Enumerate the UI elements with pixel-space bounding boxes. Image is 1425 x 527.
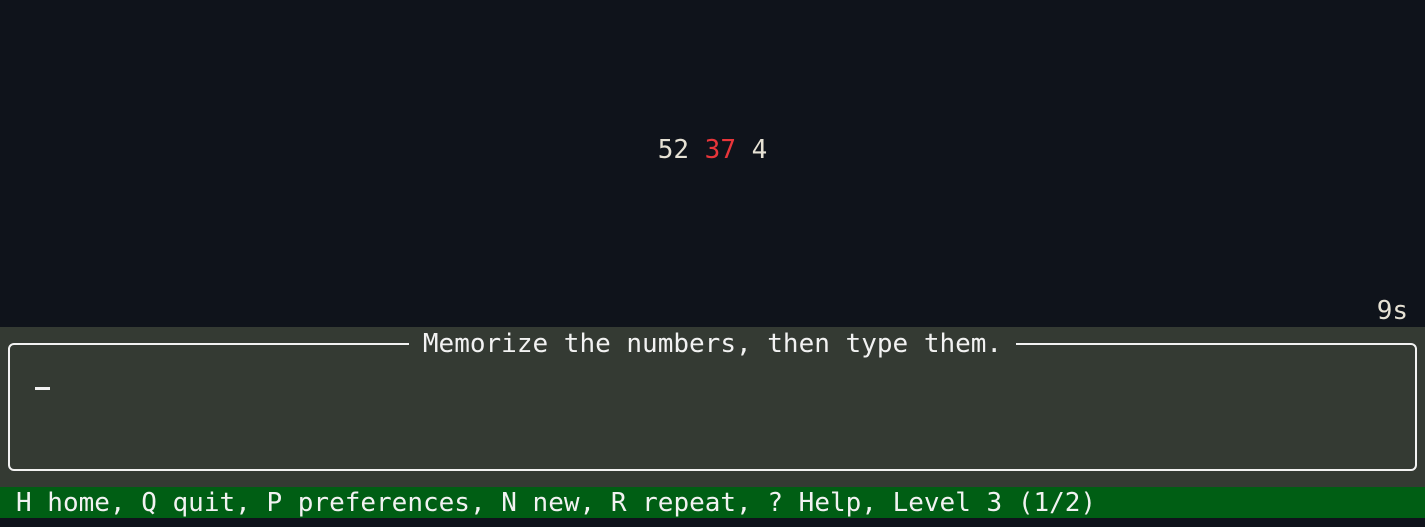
text-cursor [35,387,50,390]
number-item: 52 [657,135,690,165]
status-bar: H home, Q quit, P preferences, N new, R … [0,487,1425,518]
input-box-title: Memorize the numbers, then type them. [10,328,1415,360]
input-panel: Memorize the numbers, then type them. [0,327,1425,487]
number-display-area: 52 37 4 9s [0,0,1425,327]
answer-input-box[interactable]: Memorize the numbers, then type them. [8,329,1417,471]
number-item: 4 [751,135,768,165]
number-item-highlighted: 37 [704,135,736,165]
bottom-strip [0,518,1425,527]
keybindings-help: H home, Q quit, P preferences, N new, R … [16,488,1097,518]
number-sequence: 52 37 4 [0,134,1425,166]
instruction-text: Memorize the numbers, then type them. [408,329,1017,359]
countdown-timer: 9s [1376,296,1408,326]
